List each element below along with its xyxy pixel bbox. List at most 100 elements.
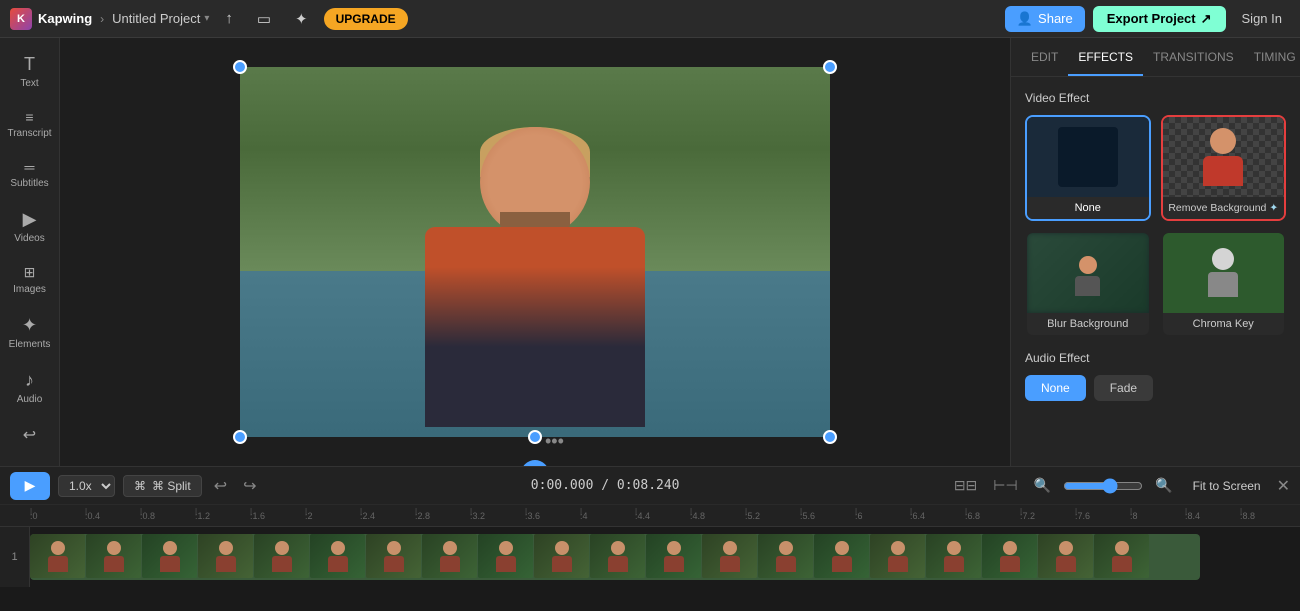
effect-label-chroma: Chroma Key bbox=[1163, 313, 1285, 335]
panel-tabs: EDIT EFFECTS TRANSITIONS TIMING bbox=[1011, 38, 1300, 77]
sidebar-item-audio[interactable]: ♪ Audio bbox=[3, 362, 57, 413]
monitor-button[interactable]: ▭ bbox=[249, 6, 279, 32]
undo-button[interactable]: ↩ bbox=[3, 417, 57, 453]
clip-thumbnail bbox=[86, 534, 141, 578]
video-preview[interactable] bbox=[240, 67, 830, 437]
track-area: 1 bbox=[0, 527, 1300, 587]
ruler-mark: :8 bbox=[1130, 511, 1185, 521]
main-area: T Text ≡ Transcript ═ Subtitles ▶ Videos… bbox=[0, 38, 1300, 466]
clip-thumbnail bbox=[254, 534, 309, 578]
project-name[interactable]: Untitled Project ▾ bbox=[112, 11, 209, 26]
tab-edit[interactable]: EDIT bbox=[1021, 38, 1068, 76]
tab-effects[interactable]: EFFECTS bbox=[1068, 38, 1143, 76]
effect-label-remove: Remove Background ✦ bbox=[1163, 197, 1285, 219]
undo-button[interactable]: ↩ bbox=[210, 472, 231, 500]
ruler-mark: :8.4 bbox=[1185, 511, 1240, 521]
upload-button[interactable]: ↑ bbox=[217, 6, 241, 31]
sidebar-item-transcript[interactable]: ≡ Transcript bbox=[3, 101, 57, 147]
export-button[interactable]: Export Project ↗ bbox=[1093, 6, 1226, 32]
sidebar-item-subtitles[interactable]: ═ Subtitles bbox=[3, 151, 57, 197]
clip-thumbnail bbox=[814, 534, 869, 578]
ruler-mark: :0.8 bbox=[140, 511, 195, 521]
audio-none-button[interactable]: None bbox=[1025, 375, 1086, 401]
clip-thumbnail bbox=[422, 534, 477, 578]
zoom-slider[interactable] bbox=[1063, 478, 1143, 494]
ruler-mark: :8.8 bbox=[1240, 511, 1295, 521]
track-clip[interactable] bbox=[30, 534, 1200, 580]
ruler-mark: :1.2 bbox=[195, 511, 250, 521]
sidebar-item-images[interactable]: ⊞ Images bbox=[3, 256, 57, 303]
canvas-area: ↻ ••• bbox=[60, 38, 1010, 466]
more-options-button[interactable]: ••• bbox=[545, 431, 564, 452]
speed-select[interactable]: 1.0x 0.5x 1.5x 2.0x bbox=[58, 475, 115, 497]
brand-name: Kapwing bbox=[38, 11, 92, 26]
ruler-mark: :7.6 bbox=[1075, 511, 1130, 521]
handle-bottom-left[interactable] bbox=[233, 430, 247, 444]
clip-thumbnail bbox=[590, 534, 645, 578]
ruler-mark: :4 bbox=[580, 511, 635, 521]
close-timeline-button[interactable]: ✕ bbox=[1277, 476, 1290, 496]
images-icon: ⊞ bbox=[24, 264, 36, 281]
signin-button[interactable]: Sign In bbox=[1234, 7, 1290, 30]
tab-timing[interactable]: TIMING bbox=[1244, 38, 1300, 76]
timeline-controls: ▶ 1.0x 0.5x 1.5x 2.0x ⌘ ⌘ Split ↩ ↪ 0:00… bbox=[0, 467, 1300, 505]
zoom-out-button[interactable]: 🔍 bbox=[1030, 473, 1055, 498]
sidebar-item-elements[interactable]: ✦ Elements bbox=[3, 307, 57, 358]
sidebar-item-videos[interactable]: ▶ Videos bbox=[3, 201, 57, 252]
refresh-button[interactable]: ↻ bbox=[521, 460, 549, 466]
share-button[interactable]: 👤 Share bbox=[1005, 6, 1085, 32]
handle-bottom-right[interactable] bbox=[823, 430, 837, 444]
ruler-mark: :4.4 bbox=[635, 511, 690, 521]
audio-fade-button[interactable]: Fade bbox=[1094, 375, 1153, 401]
effect-thumb-remove bbox=[1163, 117, 1285, 197]
split-button[interactable]: ⌘ ⌘ Split bbox=[123, 475, 202, 497]
ruler-mark: :6.4 bbox=[910, 511, 965, 521]
videos-icon: ▶ bbox=[23, 209, 37, 230]
ruler-mark: :2 bbox=[305, 511, 360, 521]
timeline: ▶ 1.0x 0.5x 1.5x 2.0x ⌘ ⌘ Split ↩ ↪ 0:00… bbox=[0, 466, 1300, 611]
fit-screen-button[interactable]: Fit to Screen bbox=[1185, 475, 1269, 497]
effect-none[interactable]: None bbox=[1025, 115, 1151, 221]
effect-blur-background[interactable]: Blur Background bbox=[1025, 231, 1151, 337]
theme-button[interactable]: ✦ bbox=[287, 6, 316, 32]
redo-button[interactable]: ↪ bbox=[239, 472, 260, 500]
upgrade-button[interactable]: UPGRADE bbox=[324, 8, 408, 30]
snap-button[interactable]: ⊢⊣ bbox=[989, 473, 1021, 498]
timestamp: 0:00.000 / 0:08.240 bbox=[531, 478, 680, 493]
track-align-button[interactable]: ⊟⊟ bbox=[950, 473, 981, 498]
effect-label-none: None bbox=[1027, 197, 1149, 219]
clip-thumbnail bbox=[870, 534, 925, 578]
clip-thumbnail bbox=[982, 534, 1037, 578]
clip-thumbnail bbox=[646, 534, 701, 578]
video-frame bbox=[240, 67, 830, 437]
audio-icon: ♪ bbox=[25, 370, 34, 391]
logo-icon: K bbox=[10, 8, 32, 30]
person-torso bbox=[425, 227, 645, 427]
elements-icon: ✦ bbox=[22, 315, 37, 336]
ruler-mark: :5.2 bbox=[745, 511, 800, 521]
tab-transitions[interactable]: TRANSITIONS bbox=[1143, 38, 1244, 76]
clip-thumbnails bbox=[30, 534, 1149, 580]
handle-bottom-center[interactable] bbox=[528, 430, 542, 444]
align-icon: ⊟⊟ bbox=[954, 477, 977, 493]
sidebar-item-text[interactable]: T Text bbox=[3, 46, 57, 97]
clip-thumbnail bbox=[926, 534, 981, 578]
play-button[interactable]: ▶ bbox=[10, 472, 50, 500]
snap-icon: ⊢⊣ bbox=[993, 477, 1017, 493]
clip-thumbnail bbox=[366, 534, 421, 578]
audio-effect-section: Audio Effect None Fade bbox=[1025, 351, 1286, 401]
clip-thumbnail bbox=[534, 534, 589, 578]
effect-label-blur: Blur Background bbox=[1027, 313, 1149, 335]
close-icon: ✕ bbox=[1277, 478, 1290, 495]
effect-chroma-key[interactable]: Chroma Key bbox=[1161, 231, 1287, 337]
ruler-mark: :6 bbox=[855, 511, 910, 521]
handle-top-right[interactable] bbox=[823, 60, 837, 74]
zoom-in-button[interactable]: 🔍 bbox=[1151, 473, 1176, 498]
effect-remove-background[interactable]: Remove Background ✦ bbox=[1161, 115, 1287, 221]
monitor-icon: ▭ bbox=[257, 10, 271, 28]
effects-grid: None Remove Background ✦ bbox=[1025, 115, 1286, 337]
left-sidebar: T Text ≡ Transcript ═ Subtitles ▶ Videos… bbox=[0, 38, 60, 466]
audio-effect-label: Audio Effect bbox=[1025, 351, 1286, 365]
handle-top-left[interactable] bbox=[233, 60, 247, 74]
ruler-mark: :1.6 bbox=[250, 511, 305, 521]
